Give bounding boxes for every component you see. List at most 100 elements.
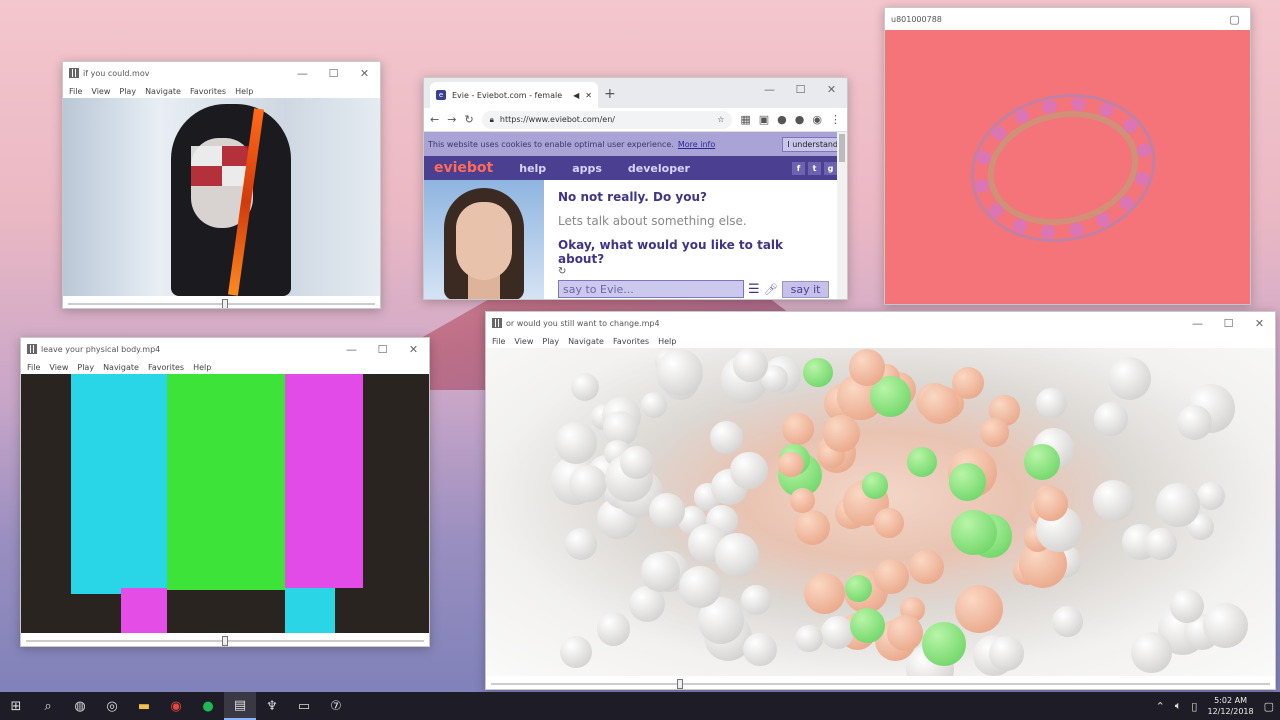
google-plus-icon[interactable]: g	[824, 161, 837, 175]
media-window-or-would-you-still-want-to-change[interactable]: or would you still want to change.mp4 — …	[485, 311, 1276, 690]
video-frame[interactable]	[21, 374, 429, 633]
media-window-if-you-could[interactable]: if you could.mov — ☐ ✕ File View Play Na…	[62, 61, 381, 309]
facebook-icon[interactable]: f	[792, 161, 805, 175]
scroll-thumb[interactable]	[839, 134, 845, 162]
folder-icon[interactable]: ▬	[128, 692, 160, 720]
maximize-button[interactable]: ☐	[367, 338, 398, 360]
menu-help[interactable]: Help	[235, 87, 253, 96]
seven-icon[interactable]: ⑦	[320, 692, 352, 720]
new-tab-button[interactable]: +	[604, 86, 616, 102]
titlebar[interactable]: or would you still want to change.mp4 — …	[486, 312, 1275, 334]
clock[interactable]: 5:02 AM 12/12/2018	[1207, 695, 1253, 717]
chrome-icon[interactable]: ◉	[160, 692, 192, 720]
minimize-button[interactable]: —	[287, 62, 318, 84]
menu-view[interactable]: View	[49, 363, 68, 372]
speaker-icon[interactable]: ◀	[573, 91, 579, 100]
menu-lines-icon[interactable]: ☰	[748, 282, 760, 297]
seek-thumb[interactable]	[221, 299, 228, 308]
titlebar[interactable]: leave your physical body.mp4 — ☐ ✕	[21, 338, 429, 360]
close-button[interactable]: ✕	[349, 62, 380, 84]
seek-bar[interactable]	[21, 633, 429, 646]
extension-icon-2[interactable]: ▣	[759, 113, 769, 126]
menu-favorites[interactable]: Favorites	[190, 87, 226, 96]
extension-icon[interactable]: ▦	[740, 113, 750, 126]
bubble	[640, 392, 668, 419]
maximize-button[interactable]: ☐	[318, 62, 349, 84]
notifications-icon[interactable]: ▢	[1264, 700, 1274, 713]
nav-help[interactable]: help	[519, 162, 546, 175]
menu-file[interactable]: File	[27, 363, 40, 372]
eviebot-logo[interactable]: eviebot	[434, 160, 493, 176]
network-icon[interactable]: ▯	[1191, 700, 1197, 713]
seek-thumb[interactable]	[676, 679, 683, 689]
media-player-icon[interactable]: ▤	[224, 692, 256, 720]
close-tab-icon[interactable]: ✕	[585, 91, 592, 100]
menu-help[interactable]: Help	[658, 337, 676, 346]
extension-icon-3[interactable]: ●	[777, 113, 787, 126]
extension-icon-4[interactable]: ●	[795, 113, 805, 126]
reload-icon[interactable]: ↻	[464, 113, 473, 126]
bubble	[849, 607, 886, 643]
nav-apps[interactable]: apps	[572, 162, 602, 175]
address-bar[interactable]: 🔒︎ https://www.eviebot.com/en/ ☆	[481, 110, 733, 129]
visualizer-canvas[interactable]	[885, 30, 1250, 304]
menu-play[interactable]: Play	[542, 337, 559, 346]
tab-eviebot[interactable]: e Evie - Eviebot.com - female ◀ ✕	[430, 82, 598, 108]
volume-icon[interactable]: 🔈︎	[1175, 699, 1182, 713]
menu-file[interactable]: File	[492, 337, 505, 346]
close-button[interactable]: ✕	[1244, 312, 1275, 334]
search-icon[interactable]: ⌕	[32, 692, 64, 720]
steam-icon[interactable]: ◎	[96, 692, 128, 720]
seek-thumb[interactable]	[222, 636, 228, 646]
forward-icon[interactable]: →	[447, 113, 456, 126]
menu-navigate[interactable]: Navigate	[103, 363, 139, 372]
menu-play[interactable]: Play	[119, 87, 136, 96]
titlebar[interactable]: u801000788 ▢	[885, 8, 1250, 30]
video-frame[interactable]	[486, 348, 1275, 676]
say-input[interactable]: say to Evie...	[558, 280, 744, 298]
minimize-button[interactable]: —	[1182, 312, 1213, 334]
menu-help[interactable]: Help	[193, 363, 211, 372]
discord-icon[interactable]: ◍	[64, 692, 96, 720]
i-understand-button[interactable]: I understand	[782, 136, 843, 152]
page-scrollbar[interactable]	[837, 132, 847, 299]
close-button[interactable]: ✕	[398, 338, 429, 360]
close-button[interactable]: ✕	[816, 78, 847, 100]
menu-file[interactable]: File	[69, 87, 82, 96]
twitter-icon[interactable]: t	[808, 161, 821, 175]
seek-track[interactable]	[491, 683, 1270, 685]
mask-icon[interactable]: ♆	[256, 692, 288, 720]
seek-bar[interactable]	[63, 296, 380, 308]
menu-favorites[interactable]: Favorites	[613, 337, 649, 346]
say-it-button[interactable]: say it	[781, 280, 830, 298]
refresh-icon[interactable]: ↻	[558, 266, 833, 277]
more-info-link[interactable]: More info	[678, 140, 715, 149]
back-icon[interactable]: ←	[430, 113, 439, 126]
seek-bar[interactable]	[486, 676, 1275, 689]
menu-view[interactable]: View	[91, 87, 110, 96]
titlebar[interactable]: if you could.mov — ☐ ✕	[63, 62, 380, 84]
menu-navigate[interactable]: Navigate	[568, 337, 604, 346]
microphone-icon[interactable]: 🎤︎	[764, 283, 778, 296]
maximize-button[interactable]: ☐	[785, 78, 816, 100]
profile-avatar-icon[interactable]: ◉	[812, 113, 822, 126]
menu-icon[interactable]: ⋮	[830, 113, 841, 126]
windows-start-icon[interactable]: ⊞	[0, 692, 32, 720]
nav-developer[interactable]: developer	[628, 162, 690, 175]
close-button[interactable]: ▢	[1219, 8, 1250, 30]
media-window-leave-your-physical-body[interactable]: leave your physical body.mp4 — ☐ ✕ File …	[20, 337, 430, 647]
menu-view[interactable]: View	[514, 337, 533, 346]
spotify-icon[interactable]: ●	[192, 692, 224, 720]
menu-play[interactable]: Play	[77, 363, 94, 372]
chevron-up-icon[interactable]: ⌃	[1156, 700, 1165, 713]
star-icon[interactable]: ☆	[717, 115, 724, 124]
minimize-button[interactable]: —	[336, 338, 367, 360]
menu-favorites[interactable]: Favorites	[148, 363, 184, 372]
browser-window[interactable]: e Evie - Eviebot.com - female ◀ ✕ + — ☐ …	[423, 77, 848, 300]
display-icon[interactable]: ▭	[288, 692, 320, 720]
minimize-button[interactable]: —	[754, 78, 785, 100]
video-frame[interactable]	[63, 98, 380, 296]
window-u801000788[interactable]: u801000788 ▢	[884, 7, 1251, 305]
menu-navigate[interactable]: Navigate	[145, 87, 181, 96]
maximize-button[interactable]: ☐	[1213, 312, 1244, 334]
